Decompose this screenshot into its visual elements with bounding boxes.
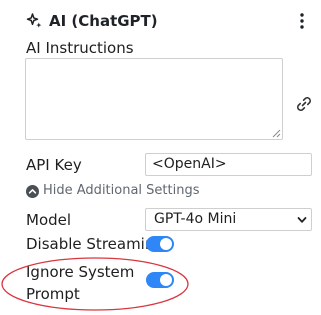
chevron-down-icon [297, 217, 307, 223]
sparkle-icon [26, 13, 42, 28]
model-selected-value: GPT-4o Mini [154, 211, 237, 227]
ai-instructions-label: AI Instructions [26, 39, 134, 57]
ai-instructions-textarea[interactable] [25, 58, 283, 140]
resize-grip-icon[interactable] [272, 129, 281, 138]
chevron-up-circle-icon [26, 184, 39, 198]
model-select[interactable]: GPT-4o Mini [145, 208, 312, 231]
highlight-ellipse [1, 257, 189, 311]
hide-additional-settings-toggle[interactable]: Hide Additional Settings [26, 182, 199, 200]
disable-streaming-label: Disable Streaming [26, 235, 164, 253]
panel-title: AI (ChatGPT) [49, 12, 158, 30]
hide-additional-settings-label: Hide Additional Settings [43, 183, 200, 198]
kebab-menu-icon[interactable] [298, 12, 306, 30]
disable-streaming-toggle[interactable] [146, 236, 174, 252]
model-label: Model [26, 211, 72, 229]
link-icon[interactable] [295, 95, 313, 113]
toggle-knob [160, 238, 172, 250]
api-key-input[interactable]: <OpenAI> [145, 153, 312, 176]
api-key-label: API Key [26, 156, 82, 174]
